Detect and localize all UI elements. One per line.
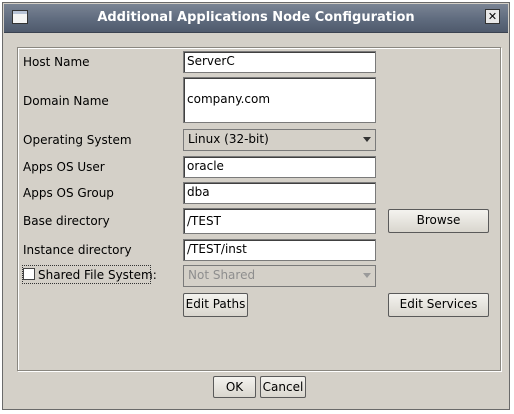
host-name-label: Host Name [23,55,90,69]
cancel-button[interactable]: Cancel [260,376,306,398]
edit-paths-button[interactable]: Edit Paths [183,293,248,317]
operating-system-label: Operating System [23,133,132,147]
apps-os-user-label: Apps OS User [23,160,105,174]
shared-file-system-value: Not Shared [188,268,256,282]
apps-os-group-label: Apps OS Group [23,186,114,200]
instance-directory-label: Instance directory [23,243,132,257]
domain-name-input[interactable]: company.com [183,77,376,123]
operating-system-select[interactable]: Linux (32-bit) [183,129,376,151]
shared-file-system-checkbox[interactable] [23,268,35,280]
operating-system-value: Linux (32-bit) [188,132,269,146]
domain-name-label: Domain Name [23,94,109,108]
chevron-down-icon [363,137,371,142]
browse-button[interactable]: Browse [388,209,489,233]
ok-button[interactable]: OK [213,376,256,398]
host-name-input[interactable]: ServerC [183,51,376,73]
close-button[interactable]: ✕ [485,9,500,24]
shared-file-system-label: Shared File System: [38,268,157,282]
base-directory-input[interactable]: /TEST [183,208,376,234]
instance-directory-input[interactable]: /TEST/inst [183,239,376,261]
edit-services-button[interactable]: Edit Services [388,293,489,317]
apps-os-group-input[interactable]: dba [183,182,376,204]
title-bar[interactable]: Additional Applications Node Configurati… [4,4,508,33]
window-title: Additional Applications Node Configurati… [97,10,415,25]
window-icon [12,10,28,24]
base-directory-label: Base directory [23,214,110,228]
shared-file-system-select[interactable]: Not Shared [183,265,376,287]
apps-os-user-input[interactable]: oracle [183,156,376,178]
chevron-down-icon [363,273,371,278]
